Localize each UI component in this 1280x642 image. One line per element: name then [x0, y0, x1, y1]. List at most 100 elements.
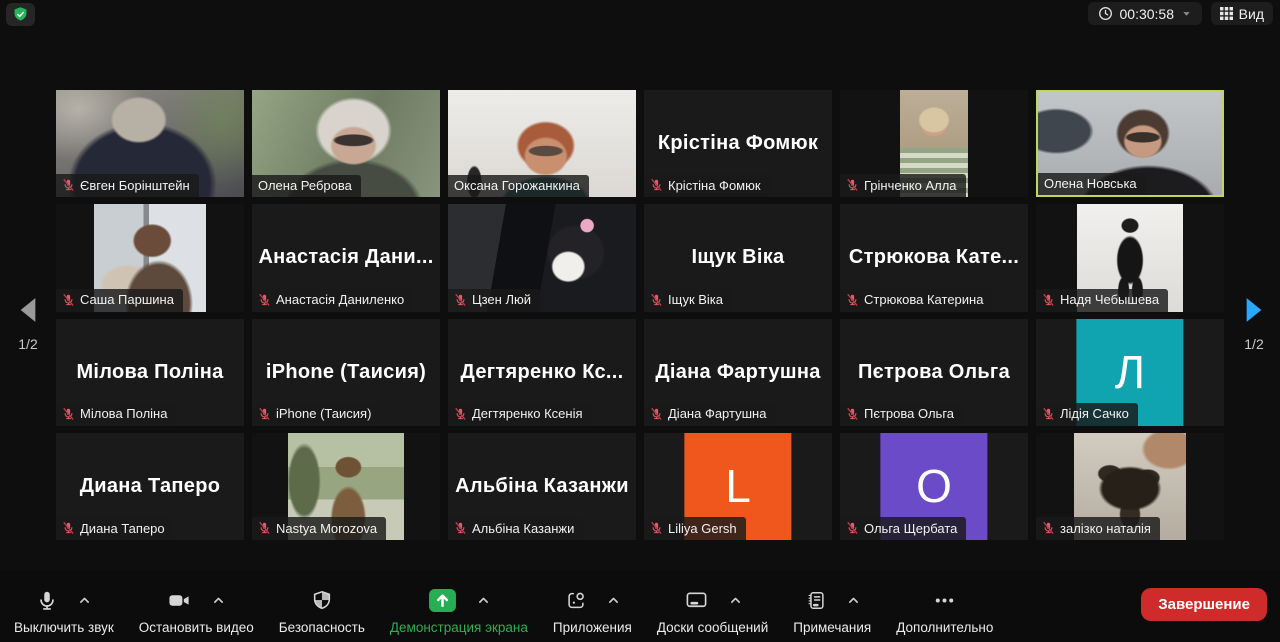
meeting-security-shield-button[interactable] [6, 3, 35, 26]
participant-tile[interactable]: O Ольга Щербата [840, 433, 1028, 540]
participant-name-text: Діана Фартушна [668, 407, 766, 420]
participant-name-text: Євген Борінштейн [80, 179, 190, 192]
toolbar-button-label: Дополнительно [896, 620, 993, 635]
participant-name-label: Цзен Люй [448, 289, 540, 312]
participant-tile[interactable]: Олена Новська [1036, 90, 1224, 197]
participant-name-label: Олена Новська [1038, 173, 1146, 195]
participant-tile[interactable]: Nastya Morozova [252, 433, 440, 540]
toolbar-button-label: Безопасность [279, 620, 365, 635]
participant-tile[interactable]: Саша Паршина [56, 204, 244, 311]
toolbar-notes-button[interactable]: Примечания [793, 587, 871, 635]
notes-icon [805, 589, 827, 612]
chevron-up-icon[interactable] [847, 594, 860, 607]
participant-tile[interactable]: iPhone (Таисия)iPhone (Таисия) [252, 319, 440, 426]
muted-mic-icon [650, 407, 663, 421]
view-button[interactable]: Вид [1211, 2, 1273, 25]
muted-mic-icon [846, 521, 859, 535]
muted-mic-icon [62, 293, 75, 307]
participant-name-label: Євген Борінштейн [56, 174, 199, 197]
participant-name-label: Стрюкова Катерина [840, 289, 992, 312]
caret-down-icon[interactable] [1181, 8, 1192, 19]
toolbar-microphone-button[interactable]: Выключить звук [14, 587, 114, 635]
participant-name-label: Альбіна Казанжи [448, 517, 583, 540]
muted-mic-icon [846, 407, 859, 421]
participant-name-text: Liliya Gersh [668, 522, 737, 535]
participant-name-label: Діана Фартушна [644, 403, 775, 426]
participant-name-label: Мілова Поліна [56, 403, 176, 426]
muted-mic-icon [650, 178, 663, 192]
chevron-up-icon[interactable] [729, 594, 742, 607]
end-meeting-button[interactable]: Завершение [1141, 588, 1267, 621]
participant-name-text: Надя Чебышева [1060, 293, 1159, 306]
whiteboard-icon [684, 589, 709, 612]
participant-tile[interactable]: Мілова ПолінаМілова Поліна [56, 319, 244, 426]
participant-name-label: Надя Чебышева [1036, 289, 1168, 312]
toolbar-whiteboard-button[interactable]: Доски сообщений [657, 587, 768, 635]
chevron-up-icon[interactable] [477, 594, 490, 607]
participant-name-text: Олена Новська [1044, 177, 1137, 190]
participant-tile[interactable]: Диана ТапероДиана Таперо [56, 433, 244, 540]
participant-tile[interactable]: Стрюкова Кате...Стрюкова Катерина [840, 204, 1028, 311]
participant-name-text: Ольга Щербата [864, 522, 957, 535]
participant-name-text: Мілова Поліна [80, 407, 167, 420]
participant-name-text: Іщук Віка [668, 293, 723, 306]
toolbar-camera-button[interactable]: Остановить видео [139, 587, 254, 635]
participant-tile[interactable]: Пєтрова ОльгаПєтрова Ольга [840, 319, 1028, 426]
participant-tile[interactable]: Дегтяренко Кс...Дегтяренко Ксенія [448, 319, 636, 426]
participant-name-text: Лідія Сачко [1060, 407, 1129, 420]
chevron-up-icon[interactable] [78, 594, 91, 607]
participant-tile[interactable]: залізко наталія [1036, 433, 1224, 540]
participant-name-text: Грінченко Алла [864, 179, 957, 192]
participant-tile[interactable]: ЛЛідія Сачко [1036, 319, 1224, 426]
toolbar-apps-button[interactable]: Приложения [553, 587, 632, 635]
participant-tile[interactable]: Євген Борінштейн [56, 90, 244, 197]
view-label: Вид [1239, 6, 1264, 22]
chevron-up-icon[interactable] [212, 594, 225, 607]
participant-tile[interactable]: Крістіна ФомюкКрістіна Фомюк [644, 90, 832, 197]
share-screen-icon [428, 588, 457, 613]
participant-name-text: Оксана Горожанкина [454, 179, 580, 192]
participant-tile[interactable]: Цзен Люй [448, 204, 636, 311]
camera-icon [167, 589, 192, 612]
muted-mic-icon [258, 293, 271, 307]
participant-name-text: Цзен Люй [472, 293, 531, 306]
participant-tile[interactable]: LLiliya Gersh [644, 433, 832, 540]
meeting-timer[interactable]: 00:30:58 [1088, 2, 1203, 25]
microphone-icon [36, 589, 58, 612]
avatar-initial: O [916, 459, 952, 513]
participant-tile[interactable]: Діана ФартушнаДіана Фартушна [644, 319, 832, 426]
participant-name-label: Олена Реброва [252, 175, 361, 197]
participant-name-label: Дегтяренко Ксенія [448, 403, 592, 426]
muted-mic-icon [454, 407, 467, 421]
toolbar-shield-button[interactable]: Безопасность [279, 587, 365, 635]
participant-tile[interactable]: Іщук ВікаІщук Віка [644, 204, 832, 311]
muted-mic-icon [1042, 407, 1055, 421]
participant-tile[interactable]: Анастасія Дани...Анастасія Даниленко [252, 204, 440, 311]
participant-name-label: Саша Паршина [56, 289, 183, 312]
toolbar-controls: Выключить звук Остановить видео Безопаснос… [14, 587, 993, 635]
participant-name-text: Nastya Morozova [276, 522, 377, 535]
next-page-arrow-icon[interactable] [1243, 296, 1265, 324]
participant-name-label: Liliya Gersh [644, 517, 746, 540]
participant-name-label: Крістіна Фомюк [644, 174, 770, 197]
participant-name-label: iPhone (Таисия) [252, 403, 380, 426]
participant-name-text: Диана Таперо [80, 522, 165, 535]
participant-tile[interactable]: Альбіна КазанжиАльбіна Казанжи [448, 433, 636, 540]
participant-name-text: Саша Паршина [80, 293, 174, 306]
previous-page-arrow-icon[interactable] [17, 296, 39, 324]
participant-tile[interactable]: Надя Чебышева [1036, 204, 1224, 311]
toolbar-more-button[interactable]: Дополнительно [896, 587, 993, 635]
toolbar-button-label: Доски сообщений [657, 620, 768, 635]
participant-name-label: Оксана Горожанкина [448, 175, 589, 197]
muted-mic-icon [258, 521, 271, 535]
participant-name-label: Іщук Віка [644, 289, 732, 312]
muted-mic-icon [62, 178, 75, 192]
page-indicator: 1/2 [18, 336, 37, 352]
participant-tile[interactable]: Оксана Горожанкина [448, 90, 636, 197]
participant-tile[interactable]: Олена Реброва [252, 90, 440, 197]
participant-tile[interactable]: Грінченко Алла [840, 90, 1028, 197]
muted-mic-icon [846, 293, 859, 307]
participant-name-label: Ольга Щербата [840, 517, 966, 540]
chevron-up-icon[interactable] [607, 594, 620, 607]
toolbar-share-screen-button[interactable]: Демонстрация экрана [390, 587, 528, 635]
